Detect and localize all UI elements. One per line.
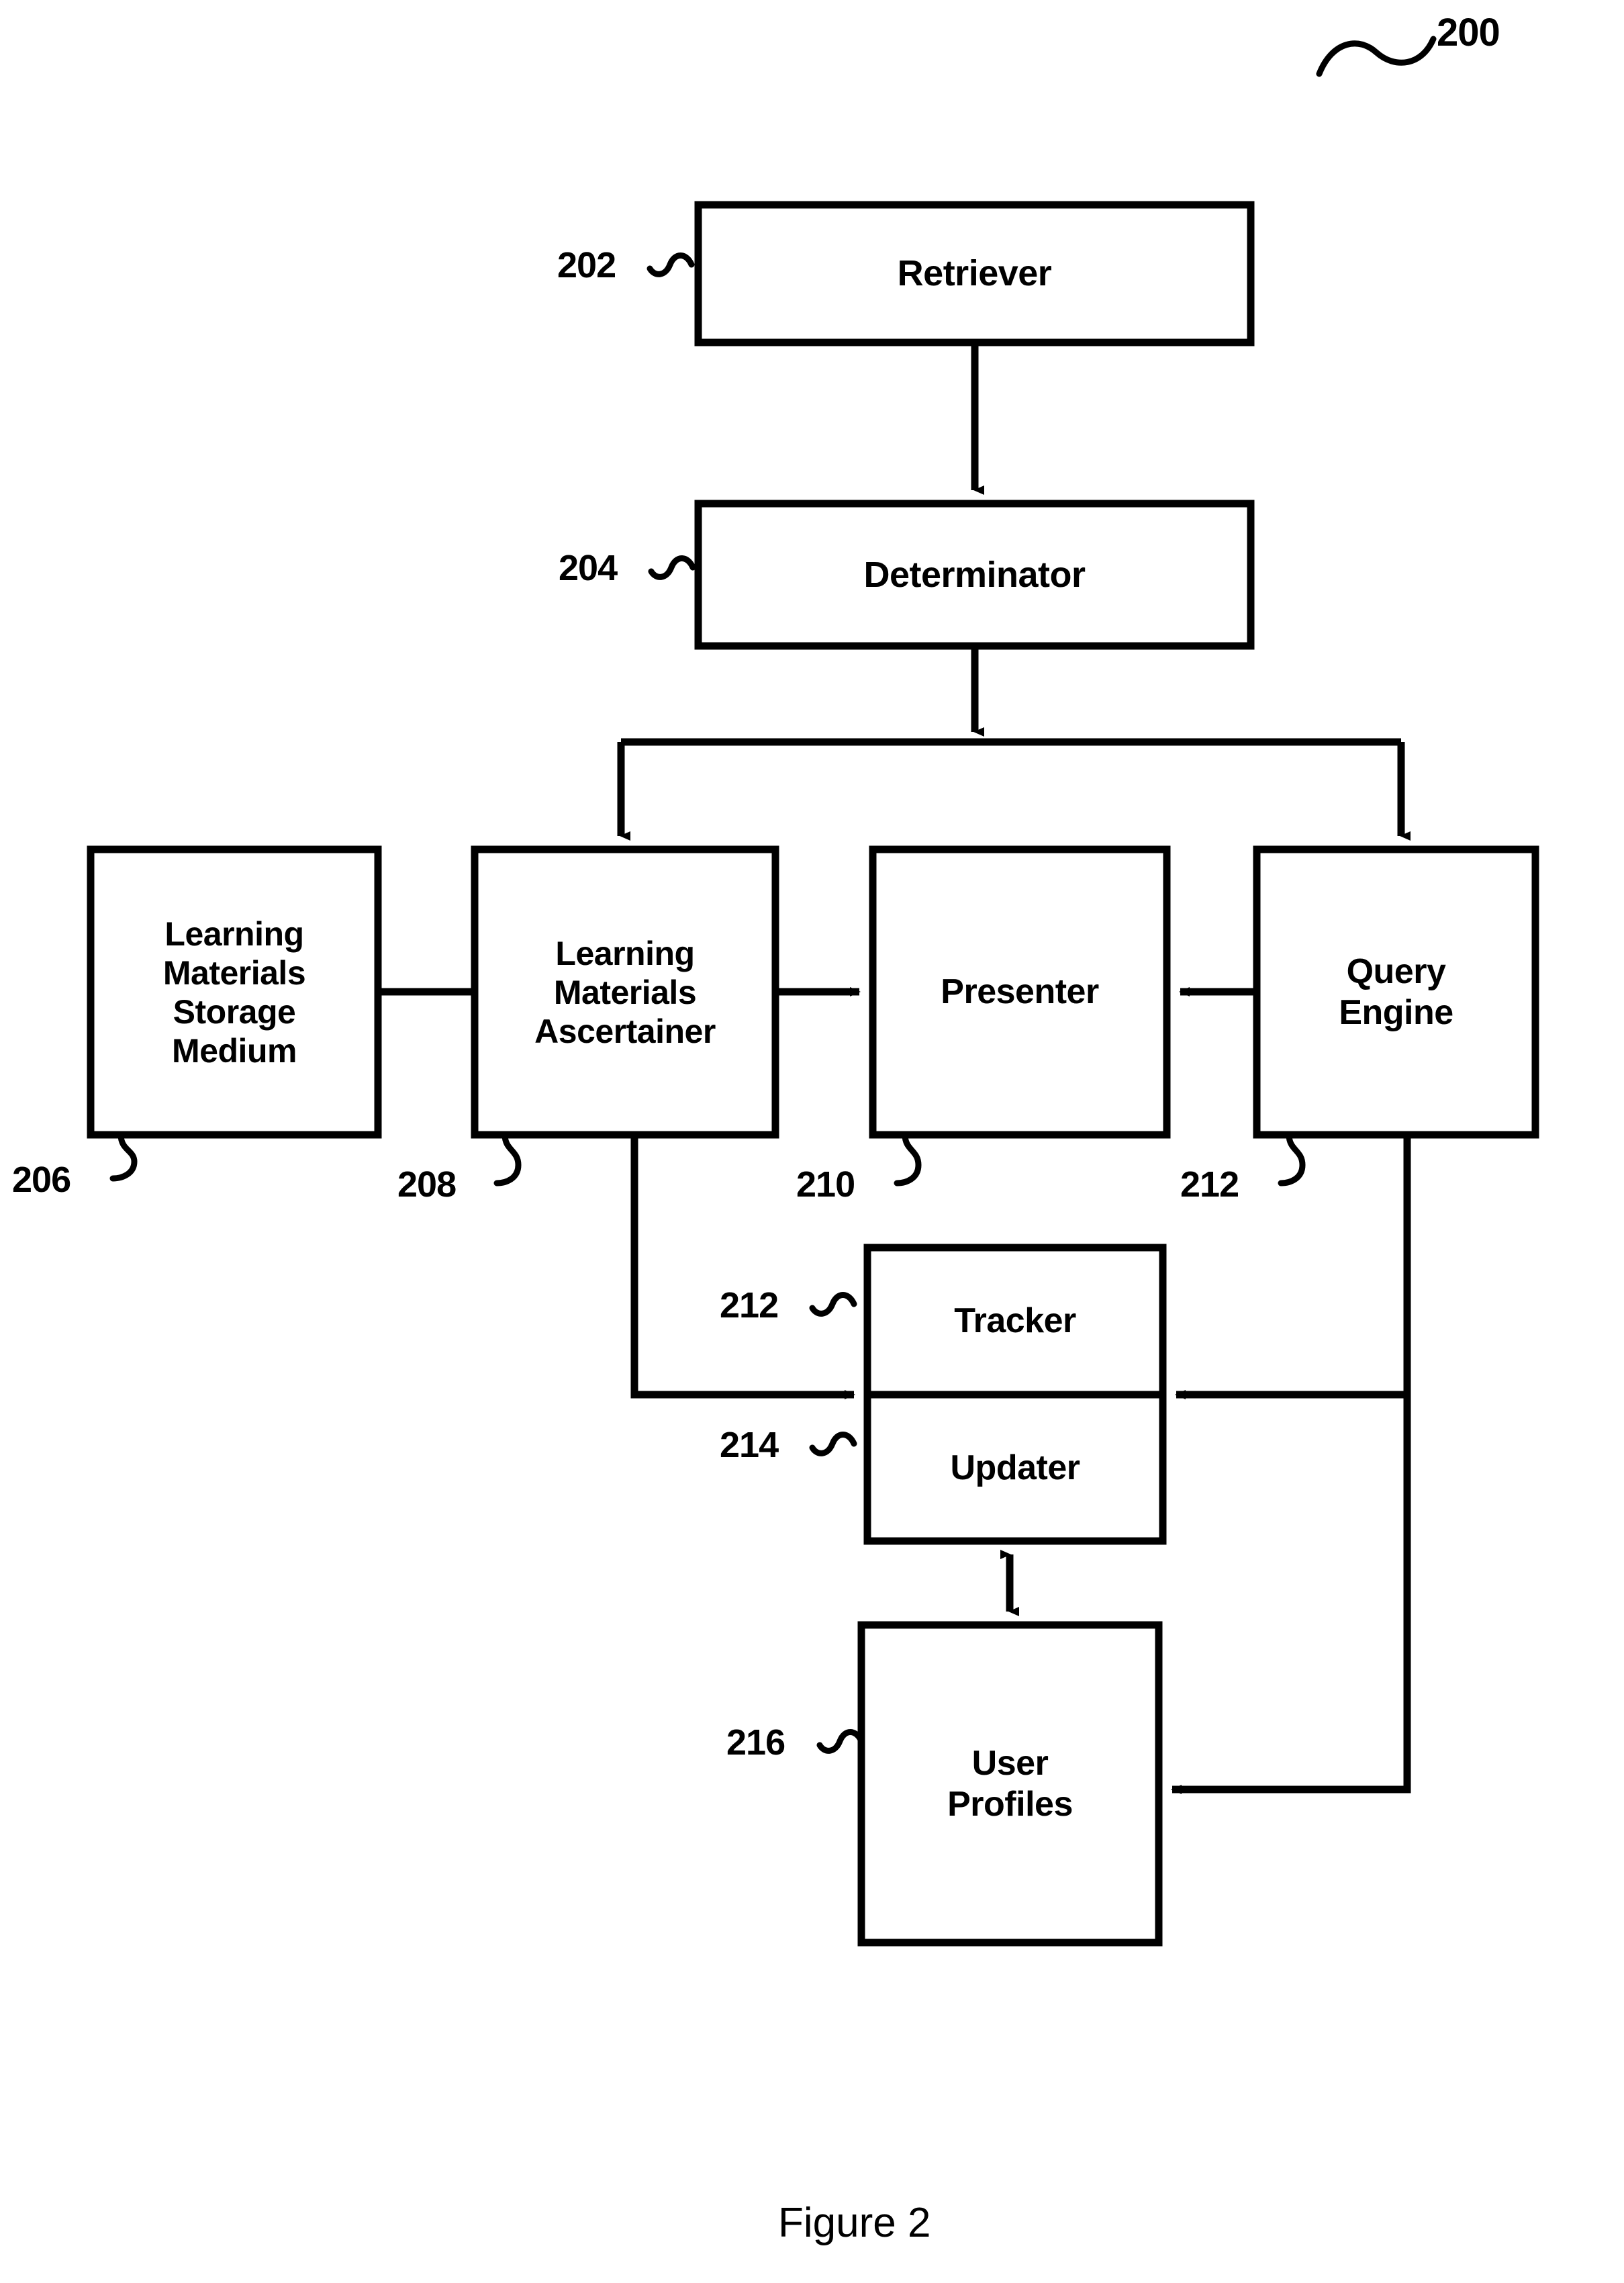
leader-208 <box>493 1131 522 1186</box>
box-query-engine <box>1253 845 1539 1139</box>
ref-number-216-user-profiles: 216 <box>726 1722 785 1763</box>
ref-number-214-updater: 214 <box>720 1425 779 1465</box>
ref-number-212-query-engine: 212 <box>1180 1164 1239 1205</box>
ref-number-210: 210 <box>796 1164 855 1205</box>
ref-number-204: 204 <box>559 548 618 588</box>
diagram-boxes <box>87 201 1539 1947</box>
leader-216 <box>816 1729 865 1754</box>
box-ascertainer <box>471 845 779 1139</box>
leader-202 <box>647 252 695 277</box>
leader-206 <box>109 1131 138 1182</box>
ref-number-206: 206 <box>12 1160 71 1200</box>
leader-210 <box>894 1131 922 1186</box>
ref-number-212-tracker: 212 <box>720 1285 779 1325</box>
box-retriever <box>694 201 1255 346</box>
leader-214 <box>809 1432 857 1456</box>
ref-number-200: 200 <box>1437 11 1500 54</box>
box-storage-medium <box>87 845 382 1139</box>
leader-212-query <box>1278 1131 1306 1186</box>
block-diagram-svg <box>87 36 1539 1947</box>
figure-caption: Figure 2 <box>778 2200 931 2246</box>
box-determinator <box>694 500 1255 650</box>
patent-figure-page: Retriever Determinator Learning Material… <box>0 0 1624 2283</box>
box-user-profiles <box>857 1621 1163 1947</box>
connector-query-engine-to-user-profiles <box>1171 1395 1411 1794</box>
leader-204 <box>648 555 696 580</box>
box-presenter <box>869 845 1171 1139</box>
leader-200 <box>1316 36 1437 77</box>
ref-number-202: 202 <box>557 245 616 285</box>
ref-number-208: 208 <box>397 1164 457 1205</box>
leader-212-tracker <box>809 1292 857 1317</box>
